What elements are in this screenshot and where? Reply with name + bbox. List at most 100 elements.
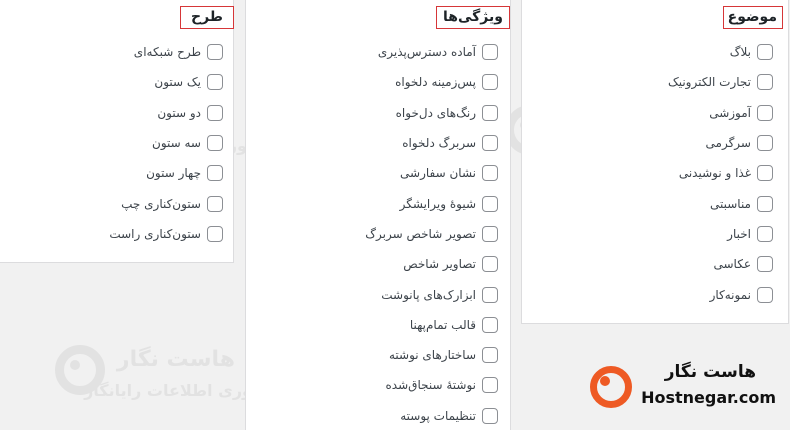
checkbox[interactable] [757, 165, 773, 182]
option-label: اخبار [727, 226, 751, 241]
checkbox[interactable] [207, 74, 223, 91]
checkbox[interactable] [207, 195, 223, 212]
option-label: پس‌زمینه دلخواه [395, 75, 476, 90]
checkbox[interactable] [757, 135, 773, 152]
topic-option[interactable]: نمونه‌کار [668, 279, 773, 309]
option-label: ستون‌کناری چپ [121, 196, 201, 211]
topic-option[interactable]: غذا و نوشیدنی [668, 158, 773, 188]
layout-option[interactable]: یک ستون [109, 67, 223, 97]
option-label: غذا و نوشیدنی [678, 166, 751, 181]
checkbox[interactable] [482, 256, 498, 273]
features-option[interactable]: آماده دسترس‌پذیری [365, 37, 498, 67]
topic-option[interactable]: بلاگ [668, 37, 773, 67]
option-label: سرگرمی [705, 136, 751, 151]
checkbox[interactable] [482, 74, 498, 91]
option-label: سه ستون [152, 136, 201, 151]
features-option[interactable]: نوشتهٔ سنجاق‌شده [365, 370, 498, 400]
option-label: ساختارهای نوشته [388, 348, 476, 363]
option-label: نمونه‌کار [709, 287, 751, 302]
features-option[interactable]: نشان سفارشی [365, 158, 498, 188]
option-label: نشان سفارشی [400, 166, 476, 181]
features-option[interactable]: رنگ‌های دل‌خواه [365, 98, 498, 128]
topic-option[interactable]: آموزشی [668, 98, 773, 128]
layout-option[interactable]: ستون‌کناری راست [109, 219, 223, 249]
option-label: آموزشی [709, 105, 751, 120]
checkbox[interactable] [207, 135, 223, 152]
option-label: نوشتهٔ سنجاق‌شده [385, 378, 477, 393]
checkbox[interactable] [482, 195, 498, 212]
checkbox[interactable] [757, 104, 773, 121]
hostnegar-logo-icon [590, 366, 632, 408]
features-filter-panel: ویژگی‌ها آماده دسترس‌پذیری پس‌زمینه دلخو… [245, 0, 511, 430]
hostnegar-logo: هاست نگار Hostnegar.com [590, 362, 776, 416]
checkbox[interactable] [207, 225, 223, 242]
checkbox[interactable] [482, 44, 498, 61]
checkbox[interactable] [482, 165, 498, 182]
checkbox[interactable] [482, 347, 498, 364]
option-label: آماده دسترس‌پذیری [377, 45, 476, 60]
topic-filter-panel: موضوع بلاگ تجارت الکترونیک آموزشی سرگرمی… [521, 0, 789, 324]
checkbox[interactable] [482, 286, 498, 303]
checkbox[interactable] [757, 256, 773, 273]
checkbox[interactable] [482, 407, 498, 424]
features-option[interactable]: پس‌زمینه دلخواه [365, 67, 498, 97]
layout-filter-panel: طرح طرح شبکه‌ای یک ستون دو ستون سه ستون … [0, 0, 234, 263]
option-label: شیوهٔ ویرایشگر [399, 196, 476, 211]
option-label: عکاسی [713, 257, 752, 272]
option-label: بلاگ [729, 45, 751, 60]
checkbox[interactable] [482, 377, 498, 394]
watermark-name: هاست نگار [116, 347, 235, 372]
topic-option[interactable]: مناسبتی [668, 188, 773, 218]
features-option[interactable]: ساختارهای نوشته [365, 340, 498, 370]
option-label: طرح شبکه‌ای [133, 45, 201, 60]
features-option[interactable]: شیوهٔ ویرایشگر [365, 188, 498, 218]
option-label: تنظیمات پوسته [400, 408, 476, 423]
layout-panel-title: طرح [180, 6, 234, 29]
topic-option[interactable]: عکاسی [668, 249, 773, 279]
features-option[interactable]: سربرگ دلخواه [365, 128, 498, 158]
option-label: سربرگ دلخواه [402, 136, 476, 151]
topic-option[interactable]: تجارت الکترونیک [668, 67, 773, 97]
option-label: رنگ‌های دل‌خواه [395, 105, 476, 120]
option-label: مناسبتی [709, 196, 751, 211]
topic-options-list: بلاگ تجارت الکترونیک آموزشی سرگرمی غذا و… [668, 37, 773, 310]
features-option[interactable]: تنظیمات پوسته [365, 401, 498, 430]
checkbox[interactable] [207, 104, 223, 121]
option-label: قالب تمام‌پهنا [409, 317, 476, 332]
features-panel-title: ویژگی‌ها [436, 6, 510, 29]
layout-options-list: طرح شبکه‌ای یک ستون دو ستون سه ستون چهار… [109, 37, 223, 249]
checkbox[interactable] [757, 44, 773, 61]
option-label: تصویر شاخص سربرگ [365, 226, 476, 241]
features-option[interactable]: قالب تمام‌پهنا [365, 310, 498, 340]
features-option[interactable]: تصویر شاخص سربرگ [365, 219, 498, 249]
option-label: تصاویر شاخص [403, 257, 476, 272]
logo-name-fa: هاست نگار [664, 362, 756, 382]
checkbox[interactable] [482, 316, 498, 333]
logo-dot [600, 376, 610, 386]
layout-option[interactable]: ستون‌کناری چپ [109, 188, 223, 218]
checkbox[interactable] [757, 195, 773, 212]
option-label: یک ستون [154, 75, 201, 90]
checkbox[interactable] [757, 225, 773, 242]
option-label: دو ستون [157, 105, 201, 120]
checkbox[interactable] [482, 135, 498, 152]
checkbox[interactable] [207, 165, 223, 182]
layout-option[interactable]: دو ستون [109, 98, 223, 128]
option-label: ابزارک‌های پانوشت [381, 287, 476, 302]
layout-option[interactable]: چهار ستون [109, 158, 223, 188]
topic-option[interactable]: سرگرمی [668, 128, 773, 158]
checkbox[interactable] [482, 225, 498, 242]
features-options-list: آماده دسترس‌پذیری پس‌زمینه دلخواه رنگ‌ها… [365, 37, 498, 430]
topic-option[interactable]: اخبار [668, 219, 773, 249]
option-label: تجارت الکترونیک [667, 75, 751, 90]
checkbox[interactable] [482, 104, 498, 121]
features-option[interactable]: ابزارک‌های پانوشت [365, 279, 498, 309]
option-label: ستون‌کناری راست [109, 226, 201, 241]
checkbox[interactable] [757, 74, 773, 91]
layout-option[interactable]: سه ستون [109, 128, 223, 158]
features-option[interactable]: تصاویر شاخص [365, 249, 498, 279]
checkbox[interactable] [207, 44, 223, 61]
checkbox[interactable] [757, 286, 773, 303]
layout-option[interactable]: طرح شبکه‌ای [109, 37, 223, 67]
watermark-logo: هاست نگار فناوری اطلاعات رایانگار [45, 335, 275, 425]
